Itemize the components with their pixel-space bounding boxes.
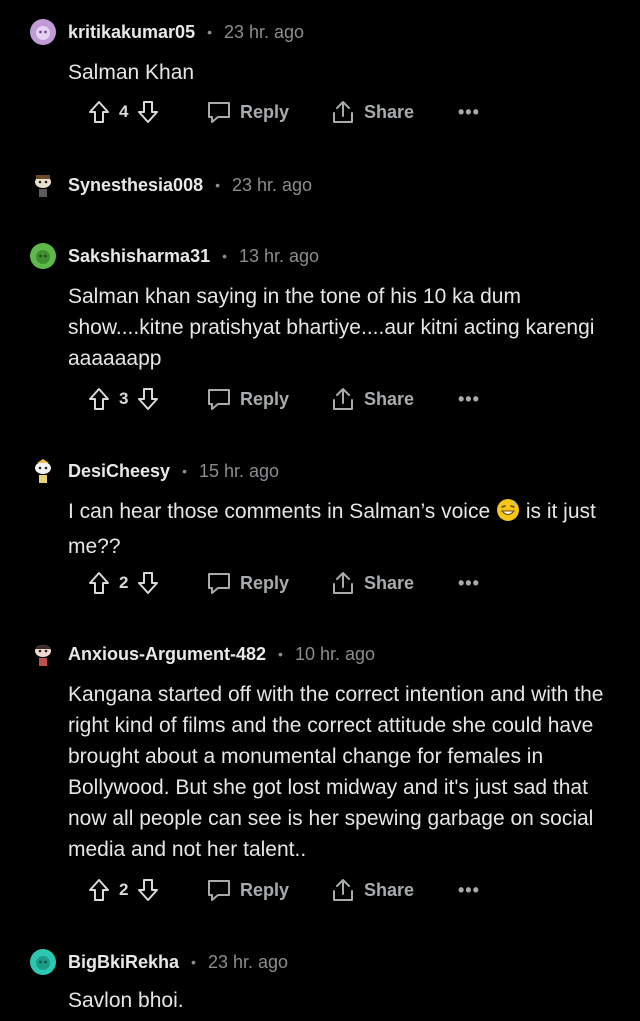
- comment-timestamp: 10 hr. ago: [294, 643, 376, 664]
- snoo-avatar-icon: [36, 250, 50, 264]
- share-icon: [330, 386, 356, 412]
- snoo-avatar-icon: [35, 645, 51, 666]
- more-options-button[interactable]: •••: [458, 568, 480, 598]
- reply-label: Reply: [240, 388, 290, 409]
- comment-body: Salman Khan: [68, 61, 195, 84]
- snoo-avatar-icon: [36, 956, 50, 970]
- comment-header: Synesthesia008 • 23 hr. ago: [30, 168, 312, 202]
- comment-header: Sakshisharma31 • 13 hr. ago: [30, 239, 319, 273]
- downvote-icon[interactable]: [137, 878, 159, 902]
- reply-label: Reply: [240, 101, 290, 122]
- comment-username[interactable]: DesiCheesy: [68, 461, 170, 482]
- snoo-avatar-icon: [35, 459, 51, 483]
- share-label: Share: [364, 388, 415, 409]
- share-label: Share: [364, 572, 415, 593]
- vote-count: 2: [119, 880, 129, 899]
- comment-username[interactable]: Sakshisharma31: [68, 246, 210, 267]
- user-avatar[interactable]: [30, 641, 56, 667]
- comment-timestamp: 13 hr. ago: [239, 245, 320, 266]
- comment-username[interactable]: kritikakumar05: [68, 22, 195, 43]
- more-options-button[interactable]: •••: [458, 384, 480, 414]
- reply-button[interactable]: Reply: [206, 568, 289, 598]
- comment-timestamp: 23 hr. ago: [207, 951, 289, 972]
- comment-username[interactable]: BigBkiRekha: [68, 952, 179, 973]
- separator-dot: •: [207, 24, 212, 40]
- comment-actions: 4 Reply Share •••: [88, 97, 508, 127]
- comment-actions: 2 Reply Share •••: [88, 568, 508, 598]
- share-button[interactable]: Share: [330, 97, 414, 127]
- comment-body: I can hear those comments in Salman’s vo…: [68, 496, 628, 562]
- separator-dot: •: [191, 954, 196, 970]
- comment-header: kritikakumar05 • 23 hr. ago: [30, 15, 304, 49]
- reply-button[interactable]: Reply: [206, 97, 289, 127]
- comment-header: BigBkiRekha • 23 hr. ago: [30, 945, 288, 979]
- comment-username[interactable]: Anxious-Argument-482: [68, 644, 266, 665]
- comment-body: Kangana started off with the correct int…: [68, 683, 604, 861]
- user-avatar[interactable]: [30, 949, 56, 975]
- share-icon: [330, 877, 356, 903]
- comment-header: DesiCheesy • 15 hr. ago: [30, 454, 279, 488]
- user-avatar[interactable]: [30, 172, 56, 198]
- reply-button[interactable]: Reply: [206, 875, 289, 905]
- user-avatar[interactable]: [30, 458, 56, 484]
- upvote-icon[interactable]: [88, 878, 110, 902]
- separator-dot: •: [182, 463, 187, 479]
- share-button[interactable]: Share: [330, 568, 414, 598]
- user-avatar[interactable]: [30, 19, 56, 45]
- share-button[interactable]: Share: [330, 384, 414, 414]
- comment-timestamp: 23 hr. ago: [224, 21, 305, 42]
- share-button[interactable]: Share: [330, 875, 414, 905]
- reply-label: Reply: [240, 572, 290, 593]
- downvote-icon[interactable]: [137, 387, 159, 411]
- comment-actions: 2 Reply Share •••: [88, 875, 508, 905]
- comment-timestamp: 23 hr. ago: [232, 174, 313, 195]
- comment-body: Salman khan saying in the tone of his 10…: [68, 285, 595, 370]
- comment-body: Savlon bhoi.: [68, 989, 184, 1012]
- share-icon: [330, 570, 356, 596]
- comment-bubble-icon: [206, 878, 232, 902]
- reply-button[interactable]: Reply: [206, 384, 289, 414]
- more-options-button[interactable]: •••: [458, 97, 480, 127]
- comment-text: I can hear those comments in Salman’s vo…: [68, 500, 496, 523]
- snoo-avatar-icon: [36, 26, 50, 40]
- reply-label: Reply: [240, 879, 290, 900]
- comment-bubble-icon: [206, 100, 232, 124]
- upvote-icon[interactable]: [88, 571, 110, 595]
- grinning-sweat-emoji-icon: [496, 498, 520, 531]
- vote-count: 3: [119, 389, 129, 408]
- vote-count: 2: [119, 573, 129, 592]
- comment-bubble-icon: [206, 571, 232, 595]
- upvote-icon[interactable]: [88, 100, 110, 124]
- share-label: Share: [364, 101, 415, 122]
- share-label: Share: [364, 879, 415, 900]
- separator-dot: •: [222, 248, 227, 264]
- separator-dot: •: [278, 646, 283, 662]
- share-icon: [330, 99, 356, 125]
- comment-bubble-icon: [206, 387, 232, 411]
- comment-username[interactable]: Synesthesia008: [68, 175, 203, 196]
- snoo-avatar-icon: [35, 175, 51, 197]
- vote-count: 4: [119, 102, 129, 121]
- upvote-icon[interactable]: [88, 387, 110, 411]
- user-avatar[interactable]: [30, 243, 56, 269]
- separator-dot: •: [215, 177, 220, 193]
- comment-timestamp: 15 hr. ago: [198, 460, 280, 481]
- comment-actions: 3 Reply Share •••: [88, 384, 508, 414]
- more-options-button[interactable]: •••: [458, 875, 480, 905]
- downvote-icon[interactable]: [137, 100, 159, 124]
- downvote-icon[interactable]: [137, 571, 159, 595]
- comment-header: Anxious-Argument-482 • 10 hr. ago: [30, 637, 375, 671]
